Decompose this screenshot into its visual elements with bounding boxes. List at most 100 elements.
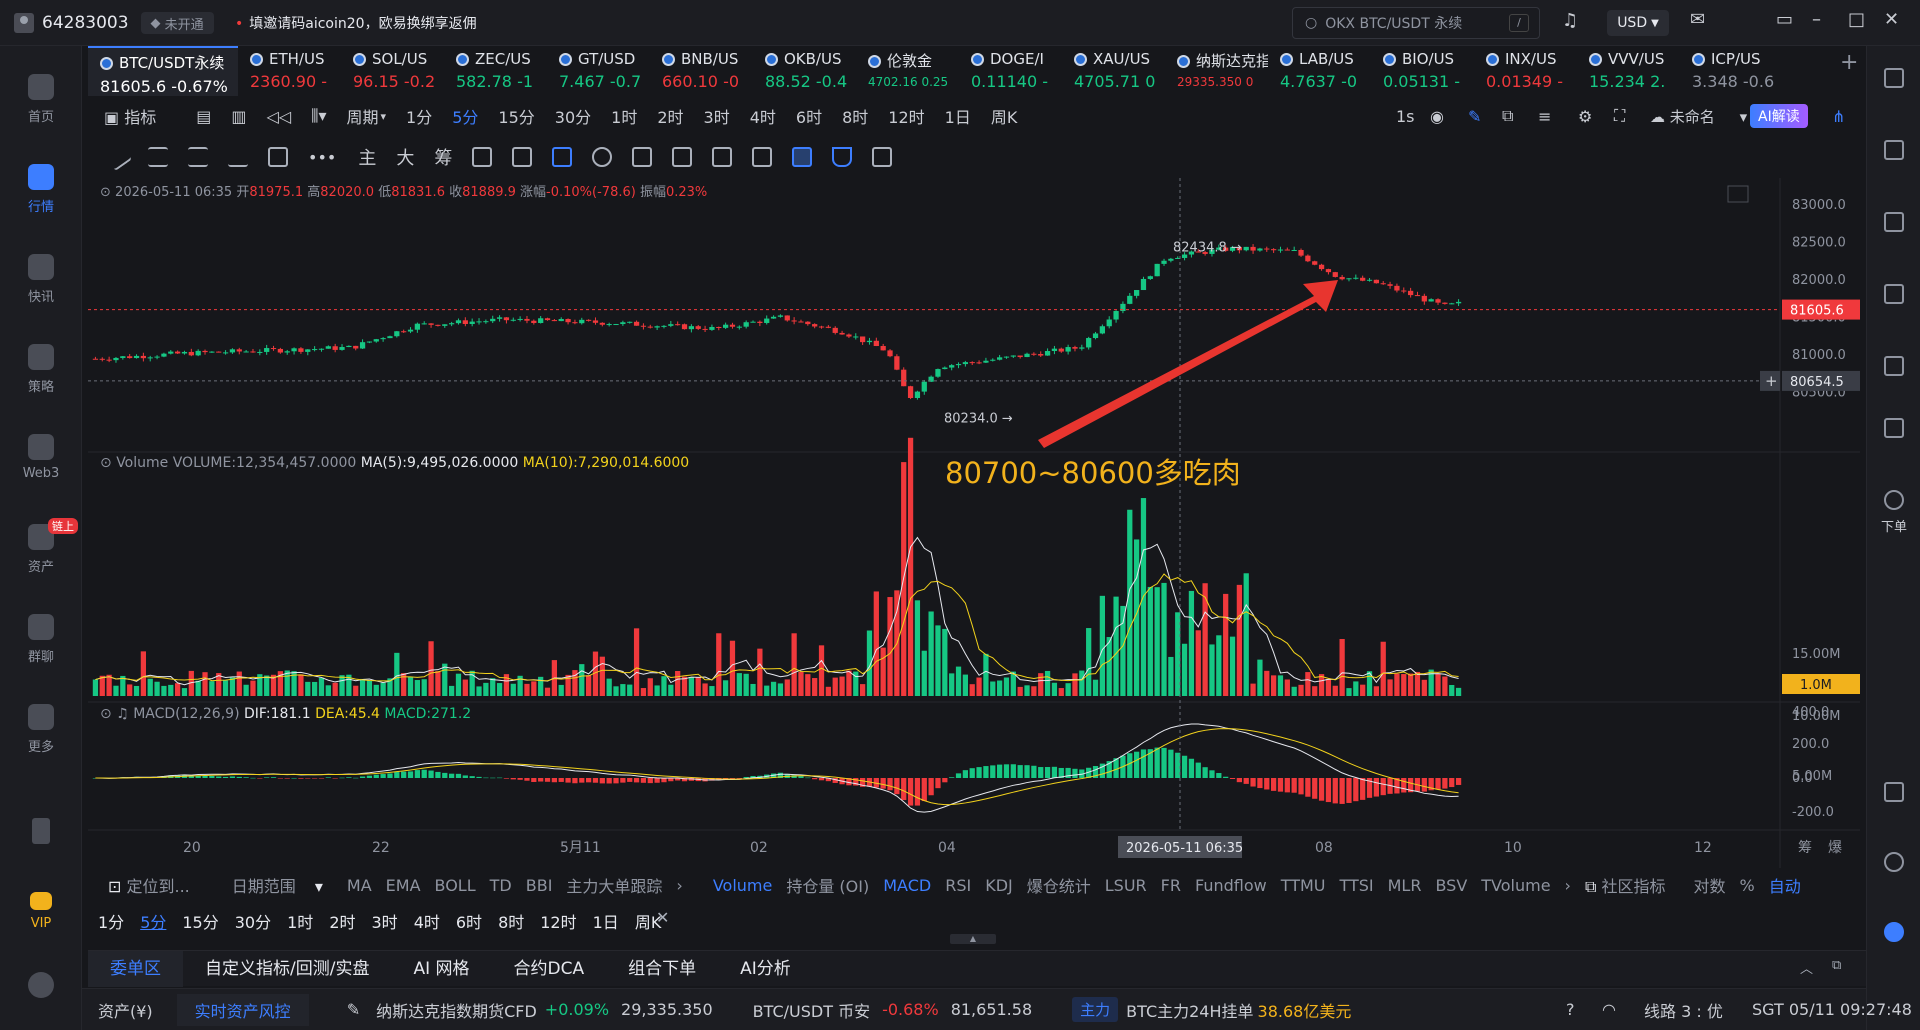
date-range-select[interactable]: 日期范围 ▾	[232, 873, 323, 897]
sub-indicator[interactable]: MACD	[883, 876, 931, 895]
measure-icon[interactable]	[512, 147, 533, 167]
period-3[interactable]: 5分	[452, 104, 478, 128]
timeframe-item[interactable]: 1时	[287, 909, 313, 933]
pen-icon[interactable]	[592, 147, 613, 167]
layout-icon[interactable]: ▥	[231, 107, 246, 126]
sub-indicator[interactable]: FR	[1161, 876, 1181, 895]
timeframe-item[interactable]: 3时	[372, 909, 398, 933]
bottom-tab[interactable]: 合约DCA	[492, 951, 607, 987]
rectangle-icon[interactable]	[268, 147, 288, 167]
ticker-tab[interactable]: INX/US 0.01349 -	[1474, 46, 1577, 96]
timeframe-item[interactable]: 30分	[235, 909, 271, 933]
bottom-tab[interactable]: 委单区	[88, 950, 183, 987]
collapse-icon[interactable]: ⊙	[100, 455, 112, 471]
bell-icon[interactable]: ♫	[116, 706, 129, 722]
timeframe-item[interactable]: 1日	[593, 909, 619, 933]
calendar-icon[interactable]: ▤	[196, 107, 211, 126]
vip-status-badge[interactable]: ◆ 未开通	[140, 12, 214, 34]
ticker-tab[interactable]: ICP/US 3.348 -0.6	[1680, 46, 1783, 96]
replay-icon[interactable]: ◁◁	[266, 107, 291, 126]
ticker-tab[interactable]: BNB/US 660.10 -0	[650, 46, 753, 96]
ticker-tab[interactable]: GT/USD 7.467 -0.7	[547, 46, 650, 96]
period-1[interactable]: 周期	[346, 104, 378, 128]
tool-main[interactable]: 主	[358, 144, 376, 170]
window-layout-icon[interactable]: ▭	[1776, 9, 1793, 30]
link-tool-icon[interactable]	[792, 147, 813, 167]
timeframe-item[interactable]: 5分	[140, 909, 166, 933]
candle-type-icon[interactable]: ⫼▾	[311, 106, 326, 126]
camera-icon[interactable]: ◉	[1430, 107, 1444, 126]
maximize-icon[interactable]: □	[1848, 9, 1865, 30]
fullscreen-icon[interactable]: ⛶	[1614, 106, 1625, 126]
brush-icon[interactable]	[632, 147, 653, 167]
share-icon[interactable]: ⋔	[1832, 107, 1845, 126]
sidebar-item-vip[interactable]: VIP	[0, 892, 82, 931]
sidebar-item-home[interactable]: 首页	[0, 74, 82, 125]
close-icon[interactable]: ✕	[1884, 9, 1899, 30]
sidebar-item-assets[interactable]: 链上 资产	[0, 518, 82, 575]
document-icon[interactable]	[1884, 140, 1904, 160]
log-scale-toggle[interactable]: 对数	[1693, 873, 1725, 897]
ticker-tab[interactable]: OKB/US 88.52 -0.4	[753, 46, 856, 96]
ticker-tab[interactable]: DOGE/I 0.11140 -	[959, 46, 1062, 96]
settings-icon[interactable]: ⚙	[1578, 107, 1592, 126]
main-indicator[interactable]: 主力大单跟踪	[566, 873, 662, 897]
ticker-tab[interactable]: SOL/US 96.15 -0.2	[341, 46, 444, 96]
sub-indicator[interactable]: RSI	[945, 876, 971, 895]
expand-handle-icon[interactable]: ▲	[950, 934, 996, 944]
main-indicator[interactable]: MA	[347, 876, 372, 895]
watchlist-icon[interactable]	[1884, 68, 1904, 88]
bottom-tab[interactable]: 自定义指标/回测/实盘	[183, 951, 391, 987]
period-7[interactable]: 2时	[657, 104, 683, 128]
currency-select[interactable]: USD ▼	[1607, 10, 1669, 36]
chevron-right-icon[interactable]: ›	[1565, 876, 1571, 895]
risk-control-button[interactable]: 实时资产风控	[176, 993, 309, 1026]
sidebar-item-more[interactable]: 更多	[0, 704, 82, 755]
timeframe-item[interactable]: 12时	[540, 909, 576, 933]
main-indicator[interactable]: TD	[490, 876, 512, 895]
collapse-panel-icon[interactable]: ︿	[1800, 958, 1813, 977]
dollar-icon[interactable]	[1884, 212, 1904, 232]
main-indicator[interactable]: BOLL	[435, 876, 476, 895]
sidebar-item-chat[interactable]: 群聊	[0, 614, 82, 665]
user-account[interactable]: 64283003 ◆ 未开通	[14, 10, 214, 36]
sidebar-item-market[interactable]: 行情	[0, 164, 82, 215]
period-5[interactable]: 30分	[555, 104, 591, 128]
timeframe-item[interactable]: 2时	[329, 909, 355, 933]
timeframe-item[interactable]: 4时	[414, 909, 440, 933]
bell-icon[interactable]: ♫	[1562, 10, 1578, 31]
ticker-tab[interactable]: LAB/US 4.7637 -0	[1268, 46, 1371, 96]
ticker-tab[interactable]: ETH/US 2360.90 -	[238, 46, 341, 96]
main-force-text[interactable]: BTC主力24H挂单	[1126, 998, 1253, 1022]
sub-indicator[interactable]: TTMU	[1281, 876, 1326, 895]
search-box[interactable]: ○ OKX BTC/USDT 永续 /	[1292, 7, 1540, 39]
sub-indicator[interactable]: 持仓量 (OI)	[786, 873, 869, 897]
period-4[interactable]: 15分	[498, 104, 534, 128]
chart-annotation-text[interactable]: 80700~80600多吃肉	[945, 450, 1241, 492]
sidebar-item-news[interactable]: 快讯	[0, 254, 82, 305]
sub-indicator[interactable]: LSUR	[1105, 876, 1147, 895]
auto-scale-toggle[interactable]: 自动	[1769, 873, 1801, 897]
magnet-icon[interactable]	[552, 147, 573, 167]
order-icon[interactable]	[1884, 490, 1904, 510]
mail-icon[interactable]: ✉	[1690, 9, 1705, 30]
candle-tool-icon[interactable]	[672, 147, 693, 167]
tool-chips[interactable]: 筹	[434, 144, 452, 170]
edit-icon[interactable]: ✎	[347, 1000, 360, 1019]
timeframe-item[interactable]: 6时	[456, 909, 482, 933]
timeframe-item[interactable]: 15分	[182, 909, 218, 933]
period-8[interactable]: 3时	[704, 104, 730, 128]
support-icon[interactable]	[1884, 852, 1904, 872]
bottom-tab[interactable]: AI分析	[718, 951, 813, 987]
assets-label[interactable]: 资产(¥)	[98, 998, 153, 1022]
horizontal-lines-icon[interactable]	[188, 147, 208, 167]
close-icon[interactable]: ✕	[656, 908, 669, 927]
line-status[interactable]: 线路 3 : 优	[1644, 998, 1723, 1022]
ticker-tab[interactable]: 伦敦金 4702.16 0.25	[856, 46, 959, 96]
sub-indicator[interactable]: 爆仓统计	[1027, 873, 1091, 897]
note-icon[interactable]	[752, 147, 773, 167]
ai-read-button[interactable]: AI解读	[1750, 104, 1808, 128]
order-label[interactable]: 下单	[1867, 516, 1920, 535]
main-indicator[interactable]: EMA	[386, 876, 421, 895]
main-indicator[interactable]: BBI	[526, 876, 553, 895]
